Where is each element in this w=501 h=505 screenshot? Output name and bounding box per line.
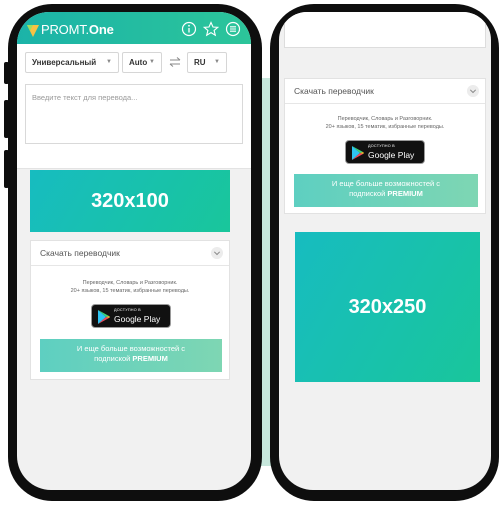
premium-line2: подпиской PREMIUM <box>349 189 423 198</box>
google-play-icon <box>352 146 364 160</box>
chevron-down-icon[interactable] <box>467 85 479 97</box>
promt-logo-icon <box>27 25 39 37</box>
ad-banner-small[interactable]: 320x100 <box>30 170 230 232</box>
source-text-input[interactable]: Введите текст для перевода... <box>25 84 243 144</box>
side-button <box>4 150 9 188</box>
premium-line1: И еще больше возможностей с <box>76 344 186 353</box>
swap-languages-icon[interactable] <box>168 56 182 68</box>
download-desc-line2: 20+ языков, 15 тематик, избранные перево… <box>325 124 445 130</box>
gplay-big-text: Google Play <box>114 314 161 324</box>
target-lang-select[interactable]: RU ▼ <box>187 52 227 73</box>
app-logo[interactable]: PROMT.One <box>41 22 114 37</box>
download-card-header[interactable]: Скачать переводчик <box>31 241 229 266</box>
source-lang-select[interactable]: Auto ▼ <box>122 52 162 73</box>
ad-size-label: 320x250 <box>348 295 427 318</box>
menu-icon[interactable] <box>225 21 241 37</box>
mode-select-value: Универсальный <box>32 58 97 67</box>
download-desc-line2: 20+ языков, 15 тематик, избранные перево… <box>70 288 190 294</box>
ad-size-label: 320x100 <box>91 189 169 212</box>
premium-button[interactable]: И еще больше возможностей с подпиской PR… <box>40 339 222 372</box>
dropdown-arrow-icon: ▼ <box>149 59 155 65</box>
download-desc-line1: Переводчик, Словарь и Разговорник. <box>337 116 433 122</box>
download-card-title: Скачать переводчик <box>294 86 374 96</box>
google-play-button[interactable]: ДОСТУПНО В Google Play <box>91 304 171 328</box>
info-icon[interactable] <box>181 21 197 37</box>
premium-line1: И еще больше возможностей с <box>331 179 441 188</box>
source-text-input-bottom[interactable] <box>284 12 486 48</box>
star-icon[interactable] <box>203 21 219 37</box>
download-card-header[interactable]: Скачать переводчик <box>285 79 485 104</box>
download-desc-line1: Переводчик, Словарь и Разговорник. <box>82 280 178 286</box>
gplay-big-text: Google Play <box>368 150 415 160</box>
side-button <box>4 100 9 138</box>
google-play-icon <box>98 310 110 324</box>
gplay-small-text: ДОСТУПНО В <box>114 308 141 312</box>
phone-screen-right: Скачать переводчик Переводчик, Словарь и… <box>279 12 491 490</box>
download-card: Скачать переводчик Переводчик, Словарь и… <box>284 78 486 214</box>
premium-button[interactable]: И еще больше возможностей с подпиской PR… <box>294 174 478 207</box>
download-card-title: Скачать переводчик <box>40 248 120 258</box>
side-button <box>4 62 9 84</box>
chevron-down-icon[interactable] <box>211 247 223 259</box>
input-placeholder: Введите текст для перевода... <box>32 93 138 102</box>
dropdown-arrow-icon: ▼ <box>106 59 112 65</box>
translator-panel: Универсальный ▼ Auto ▼ RU ▼ Введите текс… <box>17 44 251 169</box>
source-lang-value: Auto <box>129 58 148 67</box>
ad-banner-large[interactable]: 320x250 <box>295 232 480 382</box>
mode-select[interactable]: Универсальный ▼ <box>25 52 119 73</box>
premium-line2: подпиской PREMIUM <box>94 354 168 363</box>
app-header: PROMT.One <box>17 12 251 44</box>
dropdown-arrow-icon: ▼ <box>214 59 220 65</box>
phone-screen-left: PROMT.One Универсальный ▼ Auto ▼ RU ▼ Вв… <box>17 12 251 490</box>
target-lang-value: RU <box>194 58 206 67</box>
download-card: Скачать переводчик Переводчик, Словарь и… <box>30 240 230 380</box>
google-play-button[interactable]: ДОСТУПНО В Google Play <box>345 140 425 164</box>
gplay-small-text: ДОСТУПНО В <box>368 144 395 148</box>
